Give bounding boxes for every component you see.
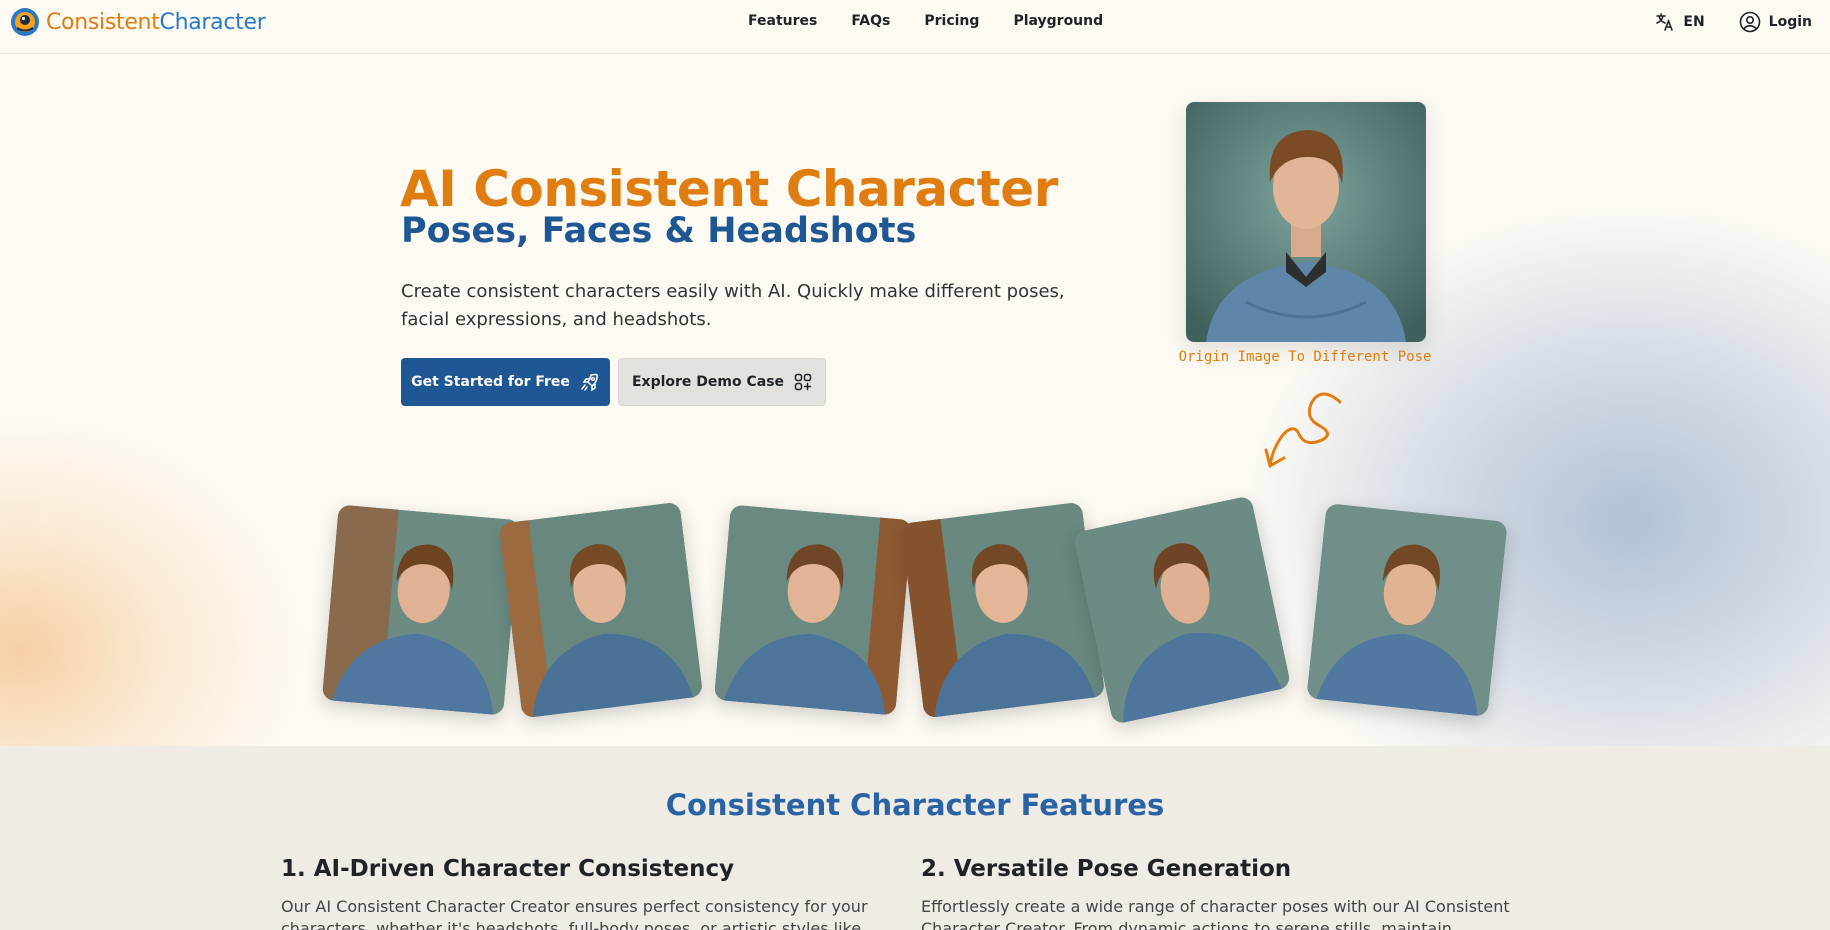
feature-title: 2. Versatile Pose Generation (921, 856, 1292, 882)
features-title: Consistent Character Features (665, 788, 1165, 822)
login-label: Login (1768, 14, 1812, 30)
arrow-squiggle-icon (1264, 392, 1342, 468)
explore-demo-button[interactable]: Explore Demo Case (618, 358, 826, 406)
feature-text: Effortlessly create a wide range of char… (921, 897, 1510, 930)
brand-name: ConsistentCharacter (46, 9, 266, 35)
pose-image-4 (900, 501, 1106, 719)
feature-title: 1. AI-Driven Character Consistency (281, 856, 735, 882)
nav-link-faqs[interactable]: FAQs (851, 13, 890, 29)
feature-card-2: 2. Versatile Pose Generation Effortlessl… (921, 856, 1521, 930)
user-circle-icon (1739, 11, 1760, 33)
pose-image-1 (321, 504, 521, 716)
explore-demo-label: Explore Demo Case (631, 374, 785, 390)
origin-caption: Origin Image To Different Pose (1178, 349, 1432, 365)
brand-logo[interactable]: ConsistentCharacter (10, 7, 266, 37)
pose-image-6 (1306, 503, 1508, 717)
hero-title: AI Consistent Character (400, 160, 1058, 218)
nav-actions: EN Login (1655, 11, 1812, 33)
logo-icon (11, 8, 39, 36)
nav-link-features[interactable]: Features (748, 13, 817, 29)
top-navbar: ConsistentCharacter Features FAQs Pricin… (0, 0, 1830, 54)
primary-nav: Features FAQs Pricing Playground (748, 13, 1137, 29)
pose-image-5 (1072, 495, 1292, 725)
language-switcher[interactable]: EN (1655, 12, 1705, 32)
features-section: Consistent Character Features 1. AI-Driv… (0, 746, 1830, 930)
get-started-button[interactable]: Get Started for Free (401, 358, 610, 406)
hero-subtitle: Poses, Faces & Headshots (401, 211, 917, 251)
origin-image (1186, 102, 1426, 342)
hero-description: Create consistent characters easily with… (401, 281, 1065, 330)
feature-text: Our AI Consistent Character Creator ensu… (281, 897, 868, 930)
nav-link-pricing[interactable]: Pricing (924, 13, 979, 29)
feature-card-1: 1. AI-Driven Character Consistency Our A… (281, 856, 881, 930)
nav-link-playground[interactable]: Playground (1013, 13, 1103, 29)
login-button[interactable]: Login (1739, 11, 1812, 33)
get-started-label: Get Started for Free (411, 374, 570, 390)
apps-add-icon (794, 373, 812, 391)
pose-image-3 (713, 504, 913, 716)
rocket-icon (581, 373, 598, 392)
pose-image-2 (498, 501, 704, 719)
language-label: EN (1683, 14, 1705, 30)
translate-icon (1656, 13, 1674, 31)
